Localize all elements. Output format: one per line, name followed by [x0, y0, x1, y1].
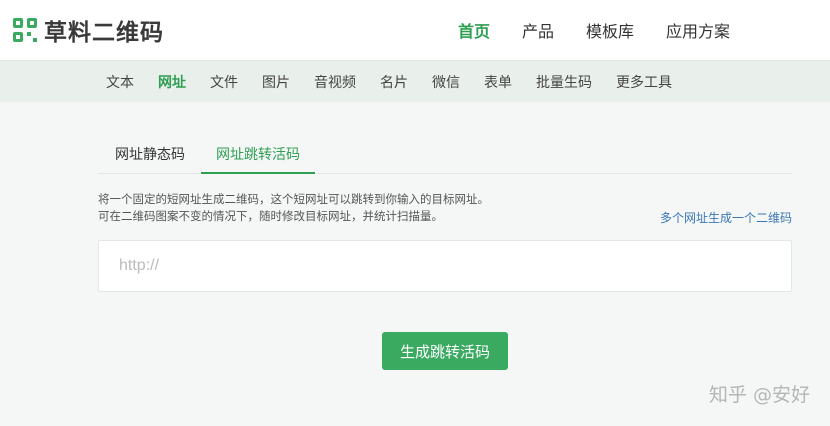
tab-dynamic-code[interactable]: 网址跳转活码	[201, 140, 315, 174]
generate-dynamic-code-button[interactable]: 生成跳转活码	[382, 332, 508, 370]
url-type-tabs: 网址静态码 网址跳转活码	[98, 140, 792, 174]
sub-nav-more-tools[interactable]: 更多工具	[616, 72, 672, 92]
main-nav-products[interactable]: 产品	[522, 18, 554, 42]
sub-nav-card[interactable]: 名片	[380, 72, 408, 92]
sub-nav-batch[interactable]: 批量生码	[536, 72, 592, 92]
brand-name: 草料二维码	[44, 20, 164, 46]
brand-logo[interactable]: 草料二维码	[12, 14, 164, 46]
sub-nav-wechat[interactable]: 微信	[432, 72, 460, 92]
sub-nav: 文本 网址 文件 图片 音视频 名片 微信 表单 批量生码 更多工具	[0, 60, 830, 102]
sub-nav-file[interactable]: 文件	[210, 72, 238, 92]
sub-nav-image[interactable]: 图片	[262, 72, 290, 92]
multi-url-link[interactable]: 多个网址生成一个二维码	[660, 209, 792, 226]
sub-nav-form[interactable]: 表单	[484, 72, 512, 92]
description-line-1: 将一个固定的短网址生成二维码，这个短网址可以跳转到你输入的目标网址。	[98, 192, 489, 206]
description-line-2: 可在二维码图案不变的情况下，随时修改目标网址，并统计扫描量。	[98, 209, 443, 223]
main-nav-solutions[interactable]: 应用方案	[666, 18, 730, 42]
description: 将一个固定的短网址生成二维码，这个短网址可以跳转到你输入的目标网址。 可在二维码…	[98, 191, 489, 225]
sub-nav-url[interactable]: 网址	[158, 72, 186, 92]
tab-static-code[interactable]: 网址静态码	[115, 140, 185, 174]
main-nav-home[interactable]: 首页	[458, 18, 490, 42]
main-nav: 首页 产品 模板库 应用方案	[458, 0, 730, 60]
sub-nav-text[interactable]: 文本	[106, 72, 134, 92]
top-bar: 草料二维码 首页 产品 模板库 应用方案	[0, 0, 830, 60]
sub-nav-media[interactable]: 音视频	[314, 72, 356, 92]
watermark: 知乎 @安好	[708, 384, 810, 406]
url-input[interactable]	[98, 240, 792, 292]
main-nav-templates[interactable]: 模板库	[586, 18, 634, 42]
qr-logo-icon	[13, 18, 37, 42]
